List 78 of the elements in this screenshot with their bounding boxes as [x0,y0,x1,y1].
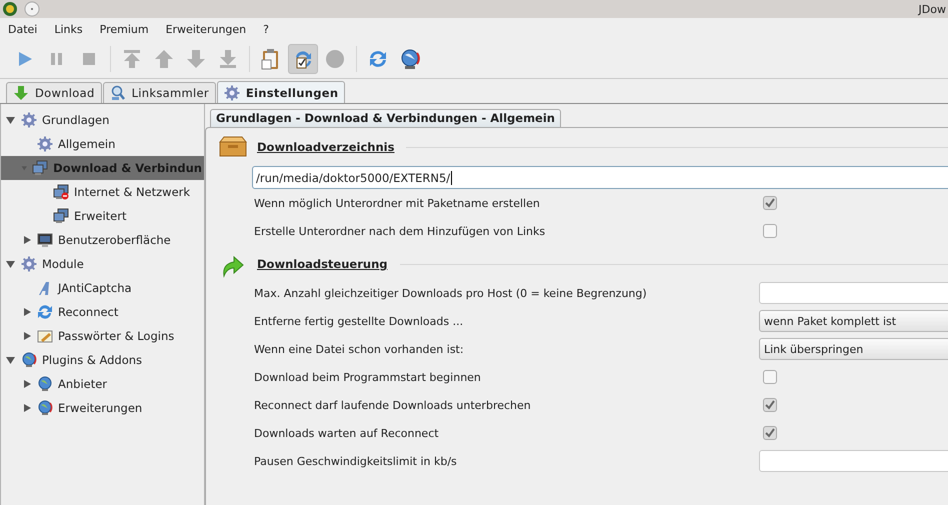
toolbar-button[interactable] [288,44,318,74]
monitor-icon [37,232,53,248]
setting-label: Max. Anzahl gleichzeitiger Downloads pro Host (0 = keine Begrenzung) [254,286,648,300]
checkbox[interactable] [763,398,777,412]
arrow-down-icon [13,85,29,101]
dropdown[interactable]: wenn Paket komplett ist [759,310,948,332]
notepad-pencil-icon [37,328,53,344]
computers-icon [53,208,69,224]
tree-item[interactable]: Erweiterungen [1,396,204,420]
tree-item[interactable]: Internet & Netzwerk [1,180,204,204]
menu-item[interactable]: Links [54,22,83,36]
menu-item[interactable]: Premium [100,22,149,36]
tree-item[interactable]: Anbieter [1,372,204,396]
checkmark-icon [765,428,775,438]
arrow-down-icon [185,48,207,70]
checkmark-icon [765,400,775,410]
app-logo-icon [2,1,18,17]
checkbox[interactable] [763,196,777,210]
setting-label: Downloads warten auf Reconnect [254,426,440,440]
dropdown[interactable]: Link überspringen [759,338,948,360]
setting-label: Entferne fertig gestellte Downloads ... [254,314,464,328]
tab[interactable]: Einstellungen [216,81,346,103]
panel-tab[interactable]: Grundlagen - Download & Verbindungen - Allgemein [210,109,561,127]
setting-label: Reconnect darf laufende Downloads unterbrechen [254,398,532,412]
computers-icon [53,184,69,200]
menu-item[interactable]: ? [263,22,269,36]
menu-item[interactable]: Datei [8,22,38,36]
setting-label: Wenn eine Datei schon vorhanden ist: [254,342,465,356]
window-title: JDow [918,2,946,16]
tab[interactable]: Download [6,82,102,103]
setting-label: Erstelle Unterordner nach dem Hinzufügen von Links [254,224,546,238]
tree-item[interactable]: Erweitert [1,204,204,228]
refresh-icon [37,304,53,320]
computers-icon [32,160,48,176]
globe-icon [37,376,53,392]
number-field[interactable] [759,282,948,304]
refresh-icon [367,48,389,70]
expand-arrow-icon[interactable] [21,331,33,341]
tree-item[interactable]: Grundlagen [1,108,204,132]
tree-item[interactable]: Allgemein [1,132,204,156]
tree-item[interactable]: JAntiCaptcha [1,276,204,300]
setting-label: Download beim Programmstart beginnen [254,370,482,384]
expand-arrow-icon[interactable] [21,307,33,317]
globe-icon [37,400,53,416]
number-field[interactable] [759,450,948,472]
menu-item[interactable]: Erweiterungen [166,22,246,36]
magnifier-icon [110,85,126,101]
move-to-bottom-icon [217,48,239,70]
gear-icon [21,256,37,272]
collapse-arrow-icon[interactable] [5,259,17,269]
section-title: Downloadverzeichnis [257,140,394,154]
setting-label: Pausen Geschwindigkeitslimit in kb/s [254,454,458,468]
expand-arrow-icon[interactable] [21,379,33,389]
checkbox[interactable] [763,426,777,440]
tree-item[interactable]: Plugins & Addons [1,348,204,372]
gear-icon [37,136,53,152]
tree-item[interactable]: Reconnect [1,300,204,324]
tab[interactable]: Linksammler [102,82,216,103]
collapse-arrow-icon[interactable] [5,115,17,125]
tree-item[interactable]: Benutzeroberfläche [1,228,204,252]
arrow-up-icon [153,48,175,70]
gear-icon [224,84,240,100]
tree-item[interactable]: Module [1,252,204,276]
expand-arrow-icon[interactable] [21,403,33,413]
gear-icon [21,112,37,128]
setting-label: Wenn möglich Unterordner mit Paketname erstellen [254,196,541,210]
expand-arrow-icon[interactable] [21,235,33,245]
path-field[interactable]: /run/media/doktor5000/EXTERN5/ [252,166,948,189]
globe-icon [399,48,421,70]
globe-icon [21,352,37,368]
checkmark-icon [765,198,775,208]
checkbox[interactable] [763,224,777,238]
tree-item[interactable]: Passwörter & Logins [1,324,204,348]
collapse-arrow-icon[interactable] [5,355,17,365]
move-to-top-icon [121,48,143,70]
checkbox[interactable] [763,370,777,384]
window-menu-icon[interactable] [24,1,40,17]
section-title: Downloadsteuerung [257,257,388,271]
